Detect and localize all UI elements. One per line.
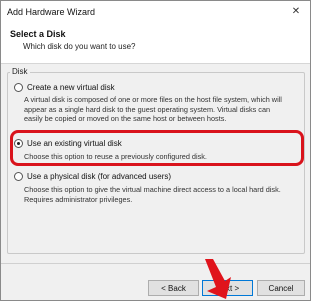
window-title: Add Hardware Wizard (7, 7, 96, 17)
wizard-header: Select a Disk Which disk do you want to … (1, 23, 310, 64)
page-title: Select a Disk (10, 29, 66, 39)
use-physical-disk-radio[interactable] (14, 172, 23, 181)
red-arrow-icon (205, 259, 231, 299)
create-new-disk-label: Create a new virtual disk (27, 83, 115, 92)
close-icon[interactable]: ✕ (286, 4, 306, 20)
use-physical-disk-description: Choose this option to give the virtual m… (24, 185, 281, 204)
create-new-disk-radio[interactable] (14, 83, 23, 92)
use-physical-disk-label: Use a physical disk (for advanced users) (27, 172, 172, 181)
page-subtitle: Which disk do you want to use? (23, 42, 136, 51)
create-new-disk-description: A virtual disk is composed of one or mor… (24, 95, 282, 123)
wizard-window: Add Hardware Wizard ✕ Select a Disk Whic… (0, 0, 311, 301)
disk-group-label: Disk (10, 67, 30, 76)
title-bar: Add Hardware Wizard ✕ (1, 1, 310, 23)
cancel-button[interactable]: Cancel (257, 280, 305, 296)
button-separator (1, 263, 310, 264)
highlight-annotation (10, 130, 304, 166)
